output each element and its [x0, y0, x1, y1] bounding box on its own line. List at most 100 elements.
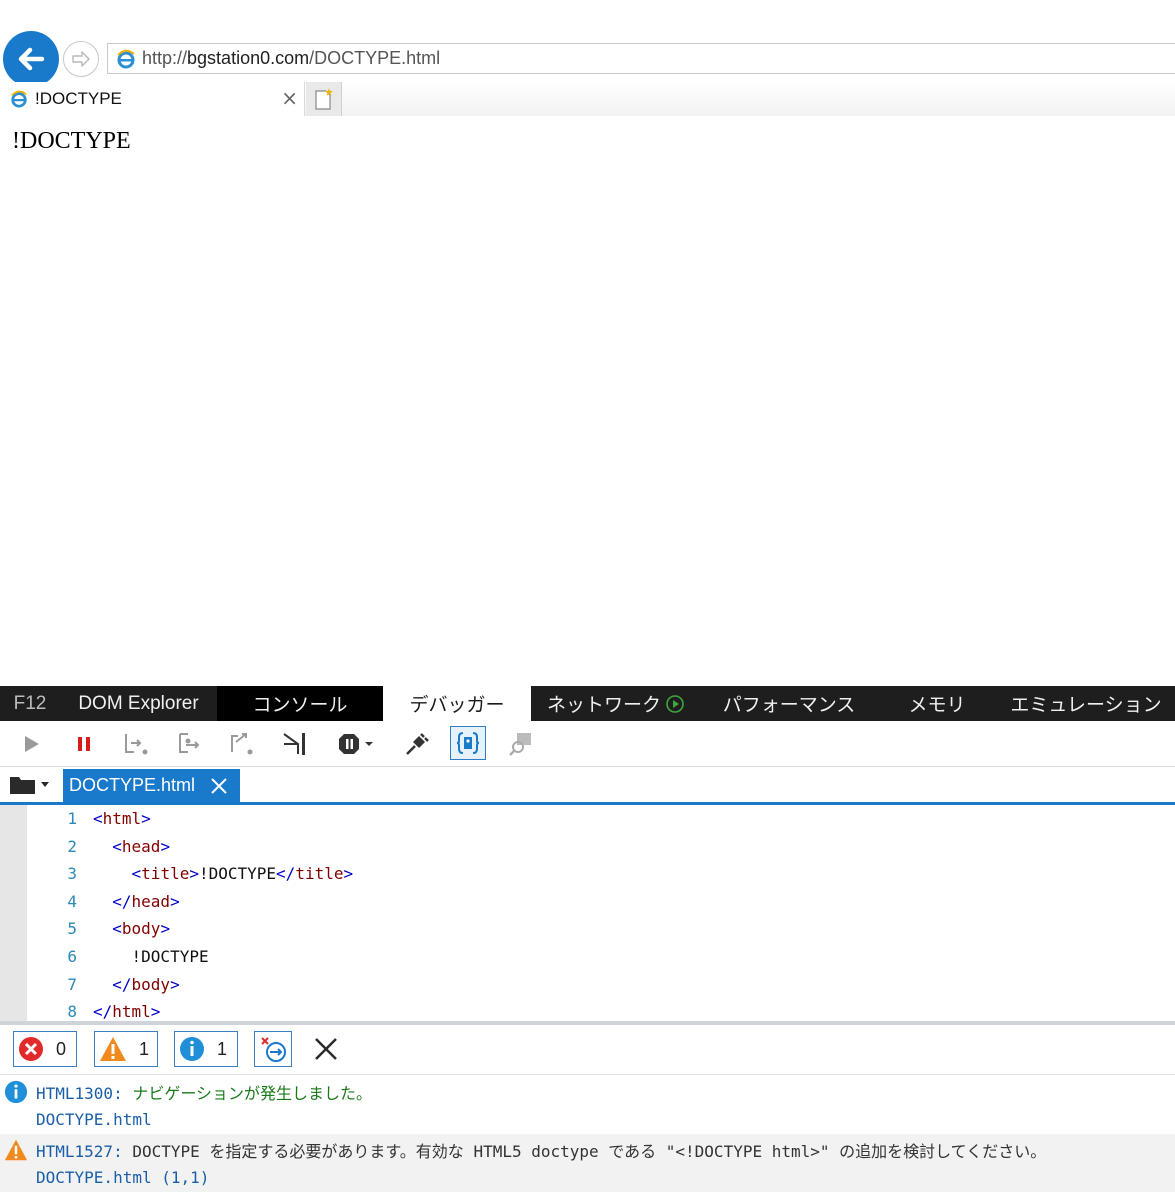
message-code: HTML1300: [36, 1084, 123, 1103]
code-tag-name: head [131, 891, 171, 911]
console-filter-bar: 0 1 1 [0, 1025, 1175, 1075]
code-bracket: > [141, 809, 151, 828]
chevron-down-icon [41, 782, 49, 787]
tab-close-button[interactable]: × [281, 88, 298, 108]
info-icon [4, 1080, 28, 1104]
message-source-link[interactable]: DOCTYPE.html [36, 1110, 152, 1129]
code-tag-name: title [141, 864, 190, 884]
url-text: http://bgstation0.com/DOCTYPE.html [142, 48, 440, 69]
code-bracket: > [343, 864, 354, 884]
code-tag-name: html [102, 809, 142, 828]
line-number: 6 [67, 947, 77, 966]
clear-on-navigate-button[interactable] [254, 1031, 292, 1067]
code-bracket: > [160, 919, 171, 939]
code-bracket: > [170, 974, 180, 994]
code-bracket: < [112, 919, 122, 939]
code-bracket: </ [112, 891, 132, 911]
messages-filter-button[interactable]: 1 [174, 1031, 238, 1067]
continue-button[interactable] [17, 730, 45, 758]
file-tab-label: DOCTYPE.html [69, 775, 196, 795]
code-tag-name: title [295, 864, 344, 884]
line-number: 7 [67, 974, 77, 994]
step-out-icon [231, 733, 253, 755]
tab-title: !DOCTYPE [35, 89, 122, 108]
browser-tab-strip: !DOCTYPE × [0, 82, 1175, 116]
line-number: 4 [67, 891, 77, 911]
message-source-link[interactable]: DOCTYPE.html (1,1) [36, 1168, 209, 1187]
back-button[interactable] [3, 31, 59, 87]
tab-debugger[interactable]: デバッガー [383, 686, 531, 721]
disconnect-debugger-button[interactable] [403, 730, 431, 758]
forward-arrow-icon [72, 51, 90, 67]
code-text: !DOCTYPE [198, 864, 277, 884]
find-in-files-button[interactable] [507, 730, 535, 758]
back-arrow-icon [18, 47, 45, 71]
tab-network[interactable]: ネットワーク [531, 686, 701, 721]
code-line: 6 !DOCTYPE [27, 943, 208, 971]
message-text: ナビゲーションが発生しました。 [132, 1084, 373, 1103]
exception-behavior-button[interactable] [335, 730, 377, 758]
errors-filter-button[interactable]: 0 [13, 1031, 77, 1067]
break-on-new-worker-button[interactable] [282, 730, 310, 758]
console-message-warning[interactable]: HTML1527: DOCTYPE を指定する必要があります。有効な HTML5… [0, 1134, 1175, 1192]
clear-console-button[interactable] [312, 1035, 340, 1063]
page-body-text: !DOCTYPE [12, 128, 131, 154]
code-tag-name: head [121, 836, 161, 856]
browser-tab[interactable]: !DOCTYPE × [0, 82, 305, 116]
breakpoint-gutter[interactable] [0, 805, 27, 1021]
file-tab-strip: DOCTYPE.html [0, 767, 1175, 805]
pause-icon [78, 737, 90, 751]
console-message-info[interactable]: HTML1300: ナビゲーションが発生しました。 DOCTYPE.html [0, 1076, 1175, 1134]
code-bracket: </ [93, 1002, 113, 1022]
code-tag-name: body [131, 974, 171, 994]
code-bracket: </ [276, 864, 296, 884]
tab-memory[interactable]: メモリ [877, 686, 997, 721]
address-row: http://bgstation0.com/DOCTYPE.html [0, 30, 1175, 87]
tab-network-label: ネットワーク [546, 695, 661, 716]
pretty-print-button[interactable] [450, 726, 486, 760]
step-into-button[interactable] [122, 730, 150, 758]
code-bracket: > [150, 1002, 161, 1022]
code-tag-name: html [112, 1002, 151, 1022]
code-editor[interactable]: 1 <html> 2 <head> 3 <title>!DOCTYPE</title>… [0, 805, 1175, 1021]
open-document-button[interactable] [9, 772, 51, 796]
code-bracket: > [160, 836, 171, 856]
record-play-icon [666, 694, 684, 713]
step-over-button[interactable] [176, 730, 204, 758]
tab-dom-explorer[interactable]: DOM Explorer [60, 686, 217, 721]
plug-icon [406, 733, 429, 755]
code-bracket: </ [112, 974, 132, 994]
file-tab-doctype[interactable]: DOCTYPE.html [63, 769, 240, 802]
address-bar[interactable]: http://bgstation0.com/DOCTYPE.html [107, 43, 1175, 74]
step-out-button[interactable] [228, 730, 256, 758]
code-bracket: < [112, 836, 122, 856]
message-line: HTML1527: DOCTYPE を指定する必要があります。有効な HTML5… [36, 1138, 1046, 1162]
code-line: 7 </body> [27, 971, 180, 999]
tab-performance[interactable]: パフォーマンス [701, 686, 877, 721]
warnings-filter-button[interactable]: 1 [94, 1031, 158, 1067]
code-bracket: > [170, 891, 180, 911]
search-files-icon [509, 733, 531, 756]
break-button[interactable] [70, 730, 98, 758]
error-count: 0 [56, 1038, 67, 1059]
tab-emulation[interactable]: エミュレーション [997, 686, 1175, 721]
code-bracket: < [93, 809, 103, 828]
ie-page-icon [117, 49, 135, 68]
close-icon[interactable] [210, 777, 228, 795]
code-bracket: < [131, 864, 142, 884]
warning-icon [4, 1139, 28, 1161]
code-line: 3 <title>!DOCTYPE</title> [27, 860, 353, 888]
tab-console[interactable]: コンソール [217, 686, 383, 721]
new-tab-icon [314, 88, 333, 110]
play-icon [25, 736, 39, 752]
forward-button[interactable] [63, 41, 99, 77]
url-path: /DOCTYPE.html [309, 48, 441, 68]
new-tab-button[interactable] [306, 82, 342, 116]
step-into-icon [125, 734, 148, 755]
exception-stop-icon [339, 734, 373, 754]
code-line: 4 </head> [27, 888, 180, 916]
line-number: 2 [67, 836, 77, 856]
